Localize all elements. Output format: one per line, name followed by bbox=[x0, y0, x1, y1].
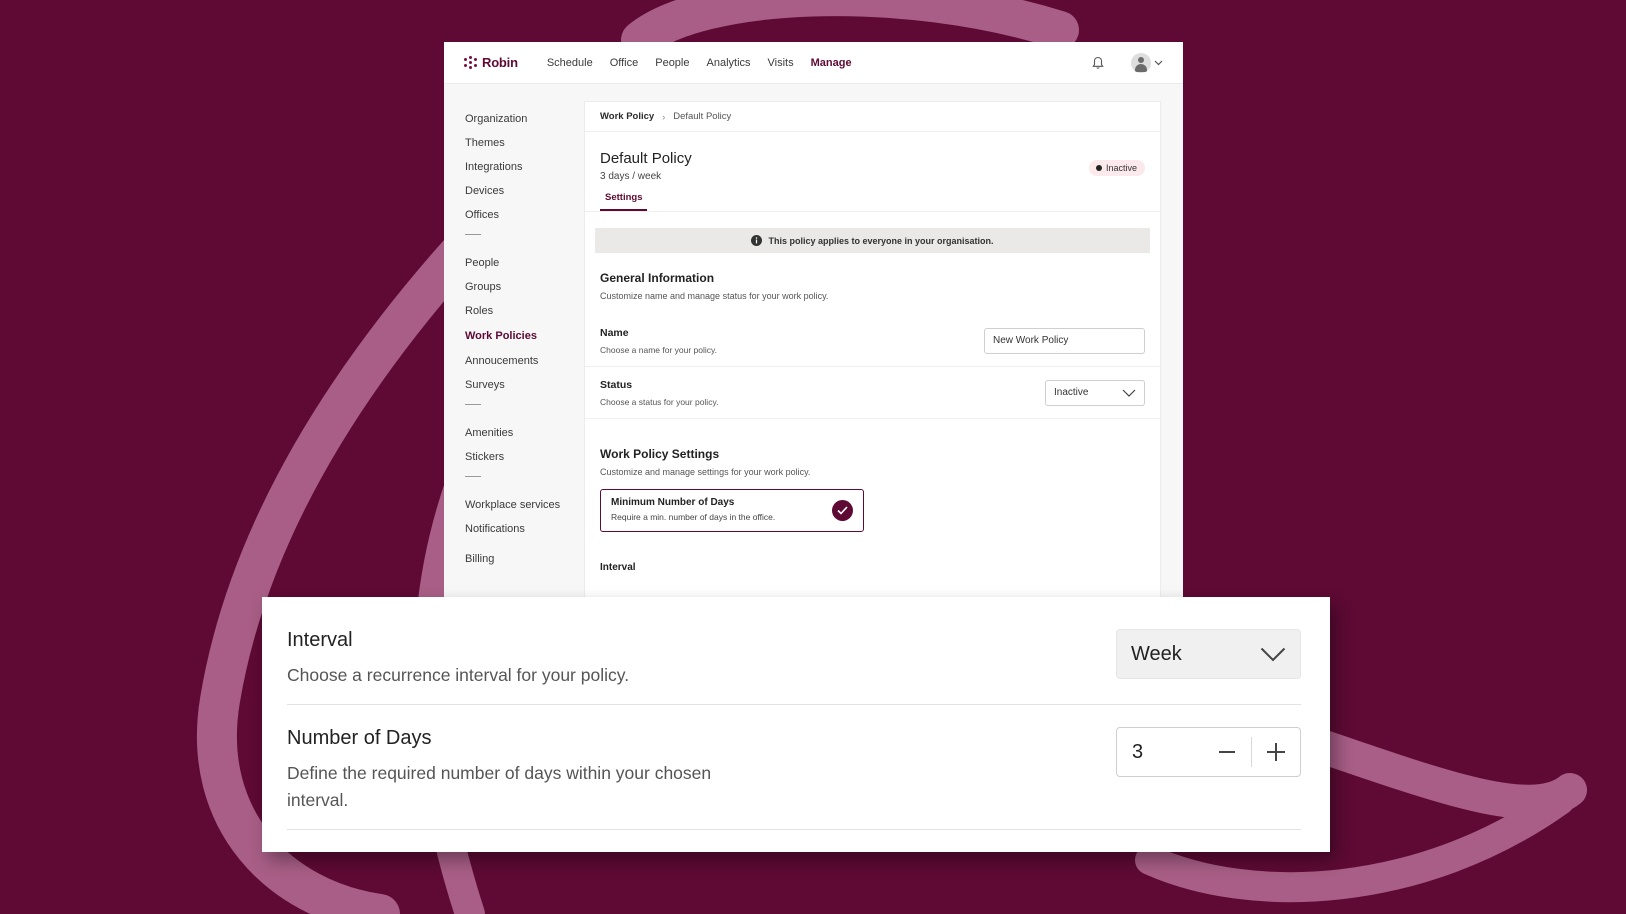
notice-text: This policy applies to everyone in your … bbox=[768, 235, 994, 246]
status-label: Status bbox=[600, 378, 633, 391]
policy-header: Default Policy 3 days / week Inactive bbox=[585, 132, 1160, 188]
policy-content: Work Policy › Default Policy Default Pol… bbox=[584, 101, 1161, 598]
nav-visits[interactable]: Visits bbox=[768, 57, 794, 69]
nav-links: Schedule Office People Analytics Visits … bbox=[547, 57, 852, 69]
app-window: Robin Schedule Office People Analytics V… bbox=[444, 42, 1183, 598]
nav-people[interactable]: People bbox=[655, 57, 689, 69]
sidebar-item-roles[interactable]: Roles bbox=[465, 304, 585, 328]
interval-select-value: Week bbox=[1131, 642, 1182, 665]
check-icon bbox=[832, 500, 853, 521]
sidebar-item-billing[interactable]: Billing bbox=[465, 552, 585, 576]
breadcrumb-current: Default Policy bbox=[673, 111, 732, 122]
interval-row: Interval Choose a recurrence interval fo… bbox=[287, 629, 1301, 705]
nav-analytics[interactable]: Analytics bbox=[707, 57, 751, 69]
breadcrumb-chevron-icon: › bbox=[662, 111, 666, 122]
chevron-down-icon bbox=[1260, 647, 1286, 661]
interval-select[interactable]: Week bbox=[1116, 629, 1301, 679]
user-menu[interactable] bbox=[1131, 52, 1163, 73]
sidebar-item-surveys[interactable]: Surveys bbox=[465, 378, 585, 402]
plus-icon bbox=[1267, 743, 1285, 761]
avatar bbox=[1131, 52, 1151, 73]
robin-logo-mark-icon bbox=[464, 56, 477, 69]
days-stepper-value[interactable]: 3 bbox=[1117, 741, 1203, 764]
sidebar-item-themes[interactable]: Themes bbox=[465, 136, 585, 160]
status-badge: Inactive bbox=[1088, 160, 1145, 176]
card-description: Require a min. number of days in the off… bbox=[611, 512, 776, 522]
status-dot-icon bbox=[1095, 165, 1102, 171]
zoomed-detail-panel: Interval Choose a recurrence interval fo… bbox=[262, 597, 1330, 852]
brand-name: Robin bbox=[482, 55, 518, 70]
sidebar-item-groups[interactable]: Groups bbox=[465, 280, 585, 304]
chevron-down-icon bbox=[1122, 389, 1136, 397]
sidebar-divider bbox=[465, 404, 481, 405]
name-field-row: Name Choose a name for your policy. bbox=[585, 315, 1160, 367]
page-title: Default Policy bbox=[600, 150, 692, 167]
days-stepper[interactable]: 3 bbox=[1116, 727, 1301, 777]
status-field-row: Status Choose a status for your policy. … bbox=[585, 367, 1160, 419]
general-information-section: General Information Customize name and m… bbox=[585, 253, 1160, 315]
name-label: Name bbox=[600, 326, 629, 339]
sidebar-divider bbox=[465, 234, 481, 235]
tabs: Settings bbox=[585, 188, 1160, 212]
minimum-days-card[interactable]: Minimum Number of Days Require a min. nu… bbox=[600, 489, 864, 532]
number-of-days-description: Define the required number of days withi… bbox=[287, 763, 712, 810]
policy-summary: 3 days / week bbox=[600, 171, 662, 182]
minus-icon bbox=[1219, 751, 1235, 753]
section-description: Customize and manage settings for your w… bbox=[600, 467, 811, 477]
sidebar-item-people[interactable]: People bbox=[465, 256, 585, 280]
nav-office[interactable]: Office bbox=[610, 57, 639, 69]
tab-settings[interactable]: Settings bbox=[600, 188, 648, 211]
sidebar-item-amenities[interactable]: Amenities bbox=[465, 426, 585, 450]
sidebar-item-annoucements[interactable]: Annoucements bbox=[465, 354, 585, 378]
breadcrumb: Work Policy › Default Policy bbox=[585, 102, 1160, 132]
top-navigation: Robin Schedule Office People Analytics V… bbox=[444, 42, 1183, 84]
interval-description: Choose a recurrence interval for your po… bbox=[287, 665, 630, 685]
section-description: Customize name and manage status for you… bbox=[600, 291, 829, 301]
work-policy-settings-section: Work Policy Settings Customize and manag… bbox=[585, 419, 1160, 477]
sidebar-item-devices[interactable]: Devices bbox=[465, 184, 585, 208]
increment-button[interactable] bbox=[1252, 728, 1300, 776]
sidebar-item-integrations[interactable]: Integrations bbox=[465, 160, 585, 184]
nav-schedule[interactable]: Schedule bbox=[547, 57, 593, 69]
sidebar-divider bbox=[465, 476, 481, 477]
nav-manage[interactable]: Manage bbox=[811, 57, 852, 69]
sidebar-item-offices[interactable]: Offices bbox=[465, 208, 585, 232]
sidebar-item-organization[interactable]: Organization bbox=[465, 112, 585, 136]
sidebar-item-workplace-services[interactable]: Workplace services bbox=[465, 498, 585, 522]
status-select[interactable]: Inactive bbox=[1045, 379, 1145, 406]
sidebar-item-stickers[interactable]: Stickers bbox=[465, 450, 585, 474]
number-of-days-row: Number of Days Define the required numbe… bbox=[287, 706, 1301, 830]
section-title: Work Policy Settings bbox=[600, 447, 720, 461]
interval-label-partial: Interval bbox=[600, 562, 636, 573]
breadcrumb-work-policy[interactable]: Work Policy bbox=[600, 111, 654, 122]
status-description: Choose a status for your policy. bbox=[600, 396, 719, 407]
policy-name-input[interactable] bbox=[984, 327, 1145, 354]
status-badge-label: Inactive bbox=[1105, 163, 1137, 173]
info-icon bbox=[751, 235, 763, 246]
bell-icon[interactable] bbox=[1091, 56, 1105, 70]
card-title: Minimum Number of Days bbox=[611, 497, 735, 508]
sidebar: Organization Themes Integrations Devices… bbox=[465, 112, 585, 576]
nav-right bbox=[1091, 52, 1163, 73]
chevron-down-icon bbox=[1154, 60, 1163, 65]
interval-label: Interval bbox=[287, 629, 353, 651]
status-select-value: Inactive bbox=[1054, 387, 1089, 398]
name-description: Choose a name for your policy. bbox=[600, 344, 718, 355]
decrement-button[interactable] bbox=[1203, 728, 1251, 776]
robin-logo[interactable]: Robin bbox=[464, 55, 518, 70]
sidebar-item-work-policies[interactable]: Work Policies bbox=[465, 328, 585, 354]
section-title: General Information bbox=[600, 271, 715, 285]
sidebar-item-notifications[interactable]: Notifications bbox=[465, 522, 585, 552]
info-notice: This policy applies to everyone in your … bbox=[595, 228, 1150, 253]
number-of-days-label: Number of Days bbox=[287, 727, 432, 749]
